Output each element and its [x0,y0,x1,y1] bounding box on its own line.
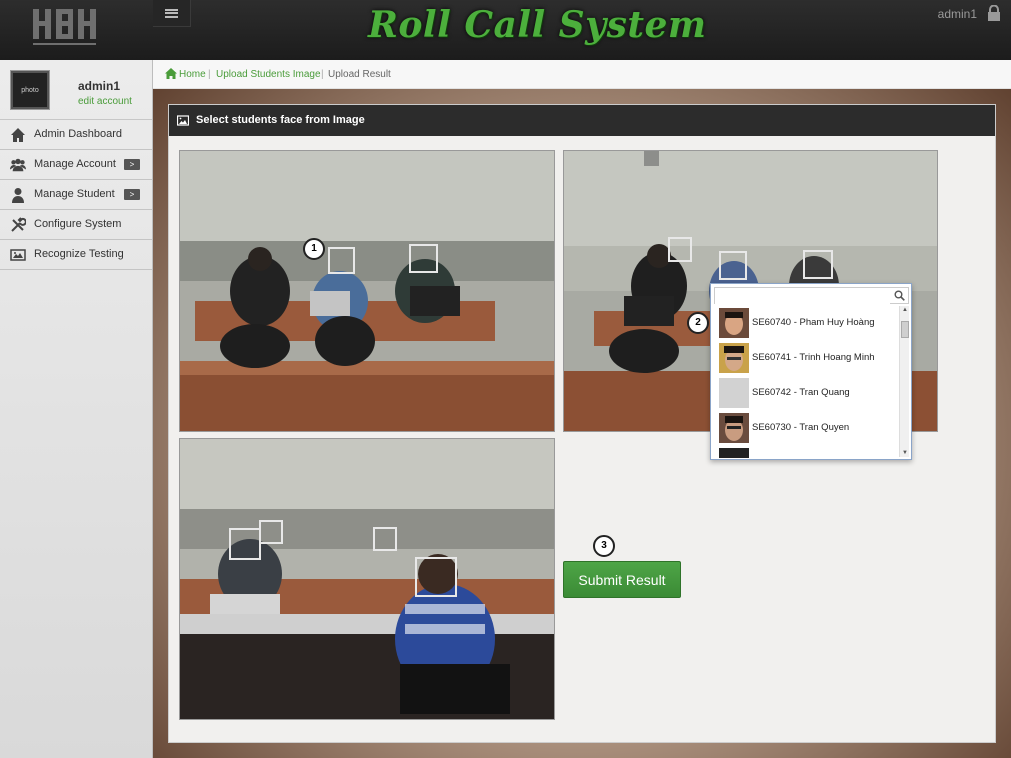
avatar: photo [11,71,49,109]
menu-toggle-button[interactable] [153,0,191,27]
submit-result-button[interactable]: Submit Result [563,561,681,598]
hamburger-icon [165,8,178,18]
student-photo-thumbnail [719,308,749,338]
panel-title: Select students face from Image [196,114,365,126]
sidebar-item-manage-student[interactable]: Manage Student > [0,180,152,210]
dropdown-scrollbar[interactable]: ▲ ▼ [899,306,909,457]
classroom-photo-1 [179,150,555,432]
student-option[interactable]: SE60730 - Tran Quyen [714,411,899,446]
home-icon [11,128,25,142]
student-option-label: SE60741 - Trinh Hoang Minh [752,352,875,363]
classroom-photo-3 [179,438,555,720]
student-option-label: SE60740 - Pham Huy Hoàng [752,317,875,328]
breadcrumb-separator: | [208,69,211,80]
panel-header: Select students face from Image [169,105,995,136]
face-selection-box[interactable] [668,237,692,262]
expand-caret-icon[interactable]: > [124,159,140,170]
image-icon [177,115,189,126]
edit-account-link[interactable]: edit account [78,96,132,107]
student-option[interactable]: SE60741 - Trinh Hoang Minh [714,341,899,376]
face-selection-box[interactable] [373,527,397,551]
student-photo-thumbnail [719,448,749,458]
scrollbar-thumb[interactable] [901,321,909,338]
scroll-up-icon[interactable]: ▲ [902,307,908,313]
face-selection-box[interactable] [415,557,457,597]
users-icon [10,158,26,172]
student-search-box[interactable] [714,287,909,306]
face-selection-box[interactable] [803,250,833,279]
logo [33,9,96,45]
scroll-down-icon[interactable]: ▼ [902,450,908,456]
lock-icon[interactable] [987,5,1001,21]
classroom-image [180,151,554,431]
face-selection-box[interactable] [719,251,747,280]
student-option-label: SE60730 - Tran Quyen [752,422,850,433]
breadcrumb-upload-link[interactable]: Upload Students Image [216,69,321,80]
step-marker-1: 1 [303,238,325,260]
top-bar: Roll Call System admin1 [0,0,1011,60]
sidebar-item-label: Admin Dashboard [34,128,123,140]
classroom-image [180,439,554,719]
step-marker-2: 2 [687,312,709,334]
student-option[interactable]: SE60740 - Pham Huy Hoàng [714,306,899,341]
breadcrumb-current: Upload Result [328,69,391,80]
student-options-list: SE60740 - Pham Huy Hoàng SE60741 - Trinh… [714,306,899,458]
sidebar-item-label: Manage Student [34,188,115,200]
student-option[interactable] [714,446,899,458]
sidebar-item-label: Manage Account [34,158,116,170]
student-photo-thumbnail [719,343,749,373]
profile-name: admin1 [78,79,121,93]
image-icon [10,249,26,261]
student-photo-thumbnail [719,413,749,443]
top-username[interactable]: admin1 [938,7,977,21]
home-icon [165,68,177,79]
student-option[interactable]: SE60742 - Tran Quang [714,376,899,411]
step-marker-3: 3 [593,535,615,557]
face-selection-box[interactable] [259,520,283,544]
expand-caret-icon[interactable]: > [124,189,140,200]
student-search-input[interactable] [715,291,890,306]
face-selection-box[interactable] [229,528,261,560]
sidebar-item-admin-dashboard[interactable]: Admin Dashboard [0,120,152,150]
face-selection-box[interactable] [328,247,355,274]
sidebar-item-label: Configure System [34,218,122,230]
breadcrumb-home-link[interactable]: Home [179,69,206,80]
student-select-dropdown[interactable]: SE60740 - Pham Huy Hoàng SE60741 - Trinh… [710,283,912,460]
app-title: Roll Call System [368,4,707,46]
face-selection-box[interactable] [409,244,438,273]
sidebar: photo admin1 edit account Admin Dashboar… [0,60,153,758]
tools-icon [11,217,26,232]
student-photo-placeholder [719,378,749,408]
sidebar-item-recognize-testing[interactable]: Recognize Testing [0,240,152,270]
search-icon [894,290,905,301]
user-icon [12,188,24,203]
sidebar-item-manage-account[interactable]: Manage Account > [0,150,152,180]
breadcrumb: Home | Upload Students Image | Upload Re… [153,60,1011,89]
student-option-label: SE60742 - Tran Quang [752,387,850,398]
breadcrumb-separator: | [321,69,324,80]
profile-block: photo admin1 edit account [0,60,152,120]
sidebar-item-configure-system[interactable]: Configure System [0,210,152,240]
sidebar-item-label: Recognize Testing [34,248,124,260]
